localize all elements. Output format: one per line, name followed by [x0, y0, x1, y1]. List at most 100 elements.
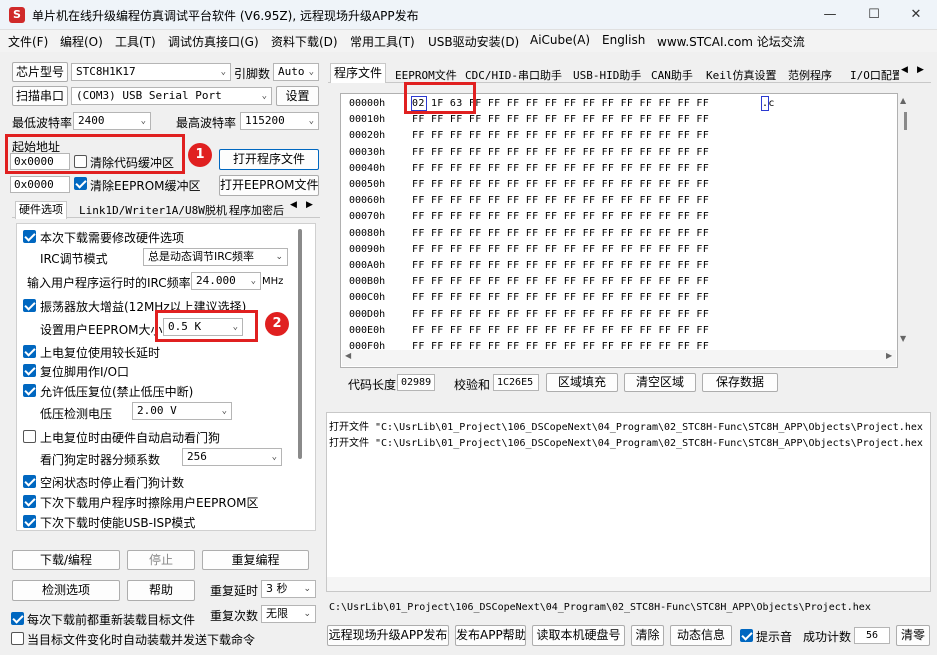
menu-common-tools[interactable]: 常用工具(T) [350, 33, 415, 50]
log-horizontal-scrollbar[interactable] [327, 577, 930, 591]
hex-row-data[interactable]: FF FF FF FF FF FF FF FF FF FF FF FF FF F… [412, 114, 709, 125]
irc-mode-select[interactable]: 总是动态调节IRC频率 ⌄ [143, 248, 288, 266]
erase-eeprom-checkbox[interactable] [23, 495, 36, 508]
min-baud-select[interactable]: 2400 ⌄ [73, 112, 151, 130]
tab-link1d-offline[interactable]: Link1D/Writer1A/U8W脱机 [76, 202, 230, 218]
osc-gain-checkbox[interactable] [23, 299, 36, 312]
reload-before-download-checkbox[interactable] [11, 612, 24, 625]
right-tab-scroll-right-icon[interactable]: ▶ [917, 65, 924, 75]
hex-row-data[interactable]: FF FF FF FF FF FF FF FF FF FF FF FF FF F… [412, 195, 709, 206]
hex-row-data[interactable]: FF FF FF FF FF FF FF FF FF FF FF FF FF F… [412, 309, 709, 320]
max-baud-select[interactable]: 115200 ⌄ [240, 112, 319, 130]
hex-row-data[interactable]: FF FF FF FF FF FF FF FF FF FF FF FF FF F… [412, 179, 709, 190]
usb-isp-checkbox[interactable] [23, 515, 36, 528]
tab-usb-hid[interactable]: USB-HID助手 [570, 67, 644, 83]
port-select[interactable]: (COM3) USB Serial Port ⌄ [71, 87, 272, 105]
open-eeprom-file-button[interactable]: 打开EEPROM文件 [219, 175, 319, 196]
eeprom-address-input[interactable]: 0x0000 [10, 176, 70, 193]
ascii-cursor [761, 96, 769, 111]
chip-model-label[interactable]: 芯片型号 [12, 62, 68, 82]
repeat-delay-select[interactable]: 3 秒 ⌄ [261, 580, 316, 598]
right-tab-scroll-left-icon[interactable]: ◀ [901, 65, 908, 75]
hex-row-data[interactable]: FF FF FF FF FF FF FF FF FF FF FF FF FF F… [412, 228, 709, 239]
hw-watchdog-checkbox[interactable] [23, 430, 36, 443]
dynamic-info-button[interactable]: 动态信息 [670, 625, 732, 646]
checksum-value: 1C26E5 [493, 374, 539, 391]
watchdog-divider-select[interactable]: 256 ⌄ [182, 448, 282, 466]
read-disk-serial-button[interactable]: 读取本机硬盘号 [532, 625, 625, 646]
hex-scroll-left-icon[interactable]: ◀ [345, 351, 351, 360]
erase-eeprom-label: 下次下载用户程序时擦除用户EEPROM区 [40, 496, 259, 510]
tab-examples[interactable]: 范例程序 [785, 67, 835, 83]
tab-keil-sim[interactable]: Keil仿真设置 [703, 67, 780, 83]
hex-row-address: 00010h [349, 114, 386, 126]
clear-log-button[interactable]: 清除 [631, 625, 664, 646]
close-icon[interactable]: ✕ [906, 5, 926, 25]
tab-program-encrypt[interactable]: 程序加密后 [226, 202, 287, 218]
hex-viewer-horizontal-scrollbar[interactable] [342, 350, 896, 366]
hex-scroll-right-icon[interactable]: ▶ [886, 351, 892, 360]
hex-scroll-down-icon[interactable]: ▼ [900, 334, 906, 343]
pin-count-select[interactable]: Auto ⌄ [273, 63, 319, 81]
hex-scroll-up-icon[interactable]: ▲ [900, 96, 906, 105]
maximize-icon[interactable]: ☐ [864, 5, 884, 25]
reset-pin-io-checkbox[interactable] [23, 364, 36, 377]
detect-options-button[interactable]: 检测选项 [12, 580, 120, 601]
port-settings-button[interactable]: 设置 [276, 86, 319, 106]
hex-row-data[interactable]: FF FF FF FF FF FF FF FF FF FF FF FF FF F… [412, 341, 709, 352]
menu-downloads[interactable]: 资料下载(D) [271, 33, 338, 50]
download-program-button[interactable]: 下载/编程 [12, 550, 120, 570]
menu-program[interactable]: 编程(O) [60, 33, 103, 50]
publish-app-help-button[interactable]: 发布APP帮助 [455, 625, 526, 646]
tab-eeprom-file[interactable]: EEPROM文件 [392, 67, 460, 83]
hex-row-data[interactable]: FF FF FF FF FF FF FF FF FF FF FF FF FF F… [412, 260, 709, 271]
reset-count-button[interactable]: 清零 [896, 625, 930, 646]
hex-row-data[interactable]: FF FF FF FF FF FF FF FF FF FF FF FF FF F… [412, 147, 709, 158]
tab-io-config[interactable]: I/O口配置 [847, 67, 899, 83]
repeat-count-select[interactable]: 无限 ⌄ [261, 605, 316, 623]
fill-area-button[interactable]: 区域填充 [546, 373, 618, 392]
power-reset-delay-checkbox[interactable] [23, 345, 36, 358]
minimize-icon[interactable]: — [820, 5, 840, 25]
hex-row-data[interactable]: FF FF FF FF FF FF FF FF FF FF FF FF FF F… [412, 211, 709, 222]
chip-model-select[interactable]: STC8H1K17 ⌄ [71, 63, 231, 81]
hex-row-data[interactable]: FF FF FF FF FF FF FF FF FF FF FF FF FF F… [412, 325, 709, 336]
lvd-voltage-select[interactable]: 2.00 V ⌄ [132, 402, 232, 420]
remote-upgrade-publish-button[interactable]: 远程现场升级APP发布 [327, 625, 449, 646]
hex-row-data[interactable]: FF FF FF FF FF FF FF FF FF FF FF FF FF F… [412, 276, 709, 287]
prompt-sound-checkbox[interactable] [740, 629, 753, 642]
hex-row-data[interactable]: FF FF FF FF FF FF FF FF FF FF FF FF FF F… [412, 163, 709, 174]
repeat-program-button[interactable]: 重复编程 [202, 550, 309, 570]
clear-eeprom-buffer-label: 清除EEPROM缓冲区 [90, 179, 201, 193]
menu-tools[interactable]: 工具(T) [115, 33, 156, 50]
low-voltage-reset-checkbox[interactable] [23, 384, 36, 397]
save-data-button[interactable]: 保存数据 [702, 373, 778, 392]
menu-usb-driver[interactable]: USB驱动安装(D) [428, 33, 519, 50]
hex-row-data[interactable]: FF FF FF FF FF FF FF FF FF FF FF FF FF F… [412, 292, 709, 303]
clear-area-button[interactable]: 清空区域 [624, 373, 696, 392]
menu-debug[interactable]: 调试仿真接口(G) [168, 33, 259, 50]
hex-row-data[interactable]: FF FF FF FF FF FF FF FF FF FF FF FF FF F… [412, 130, 709, 141]
tab-cdc-hid-serial[interactable]: CDC/HID-串口助手 [462, 67, 565, 83]
clear-eeprom-buffer-checkbox[interactable] [74, 177, 87, 190]
menu-aicube[interactable]: AiCube(A) [530, 33, 590, 47]
irc-frequency-select[interactable]: 24.000 ⌄ [191, 272, 261, 290]
scan-port-button[interactable]: 扫描串口 [12, 86, 68, 106]
stop-button[interactable]: 停止 [127, 550, 195, 570]
help-button[interactable]: 帮助 [127, 580, 195, 601]
auto-send-on-change-checkbox[interactable] [11, 632, 24, 645]
hex-row-data[interactable]: FF FF FF FF FF FF FF FF FF FF FF FF FF F… [412, 244, 709, 255]
open-program-file-button[interactable]: 打开程序文件 [219, 149, 319, 170]
tab-program-file[interactable]: 程序文件 [330, 63, 387, 83]
tab-can[interactable]: CAN助手 [648, 67, 696, 83]
modify-hw-options-checkbox[interactable] [23, 230, 36, 243]
menu-english[interactable]: English [602, 33, 645, 47]
tab-hardware-options[interactable]: 硬件选项 [15, 201, 67, 219]
menu-file[interactable]: 文件(F) [8, 33, 48, 50]
menu-forum[interactable]: www.STCAI.com 论坛交流 [657, 33, 805, 50]
idle-stop-watchdog-checkbox[interactable] [23, 475, 36, 488]
hardware-options-scrollbar[interactable] [298, 229, 302, 459]
tab-scroll-left-icon[interactable]: ◀ [290, 200, 297, 210]
hex-viewer-vertical-scrollbar[interactable] [904, 112, 907, 130]
tab-scroll-right-icon[interactable]: ▶ [306, 200, 313, 210]
